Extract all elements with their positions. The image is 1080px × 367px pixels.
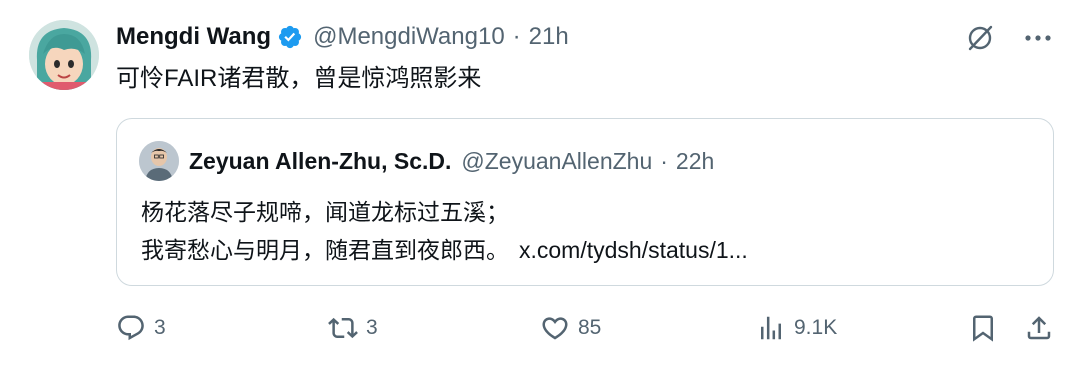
tweet-time[interactable]: 21h [529,23,569,51]
tweet-text: 可怜FAIR诸君散，曾是惊鸿照影来 [116,65,482,92]
repost-button[interactable]: 3 [328,308,378,348]
repost-count: 3 [366,316,378,339]
reply-button[interactable]: 3 [116,308,166,348]
quoted-author-name[interactable]: Zeyuan Allen-Zhu, Sc.D. [189,148,451,175]
repost-icon [328,317,358,339]
like-button[interactable]: 85 [540,308,601,348]
grok-icon[interactable] [962,20,998,56]
tweet-actions-bar: 3 3 85 9.1K [116,308,1056,348]
quoted-tweet-time[interactable]: 22h [676,148,714,175]
share-icon [1027,316,1051,340]
quoted-text-line-2-content: 我寄愁心与明月，随君直到夜郎西。 [141,237,509,263]
like-icon [542,317,568,340]
quoted-tweet-header: Zeyuan Allen-Zhu, Sc.D. @ZeyuanAllenZhu … [189,143,714,179]
tweet-header: Mengdi Wang @MengdiWang10 · 21h [116,18,569,56]
quoted-separator-dot: · [660,147,668,174]
quoted-tweet-text: 杨花落尽子规啼，闻道龙标过五溪； 我寄愁心与明月，随君直到夜郎西。 x.com/t… [141,193,748,269]
quoted-tweet-card[interactable]: Zeyuan Allen-Zhu, Sc.D. @ZeyuanAllenZhu … [116,118,1054,286]
views-icon [761,316,781,340]
quoted-tweet-link[interactable]: x.com/tydsh/status/1... [519,237,748,263]
views-count: 9.1K [794,316,838,339]
separator-dot: · [512,23,521,50]
bookmark-icon [973,315,993,342]
like-count: 85 [578,316,602,339]
verified-badge-icon [278,25,302,49]
quoted-text-line-2: 我寄愁心与明月，随君直到夜郎西。 x.com/tydsh/status/1... [141,231,748,269]
quoted-author-avatar[interactable] [139,141,179,181]
author-avatar[interactable] [29,20,99,90]
bookmark-button[interactable] [968,308,998,348]
reply-icon [118,315,144,341]
reply-count: 3 [154,316,166,339]
header-actions [962,20,1056,56]
quoted-text-line-1: 杨花落尽子规啼，闻道龙标过五溪； [141,199,509,225]
quoted-author-handle[interactable]: @ZeyuanAllenZhu [461,148,652,175]
author-handle[interactable]: @MengdiWang10 [313,23,505,51]
author-name[interactable]: Mengdi Wang [116,23,271,51]
views-button[interactable]: 9.1K [756,308,837,348]
share-button[interactable] [1024,308,1054,348]
more-icon[interactable] [1020,20,1056,56]
